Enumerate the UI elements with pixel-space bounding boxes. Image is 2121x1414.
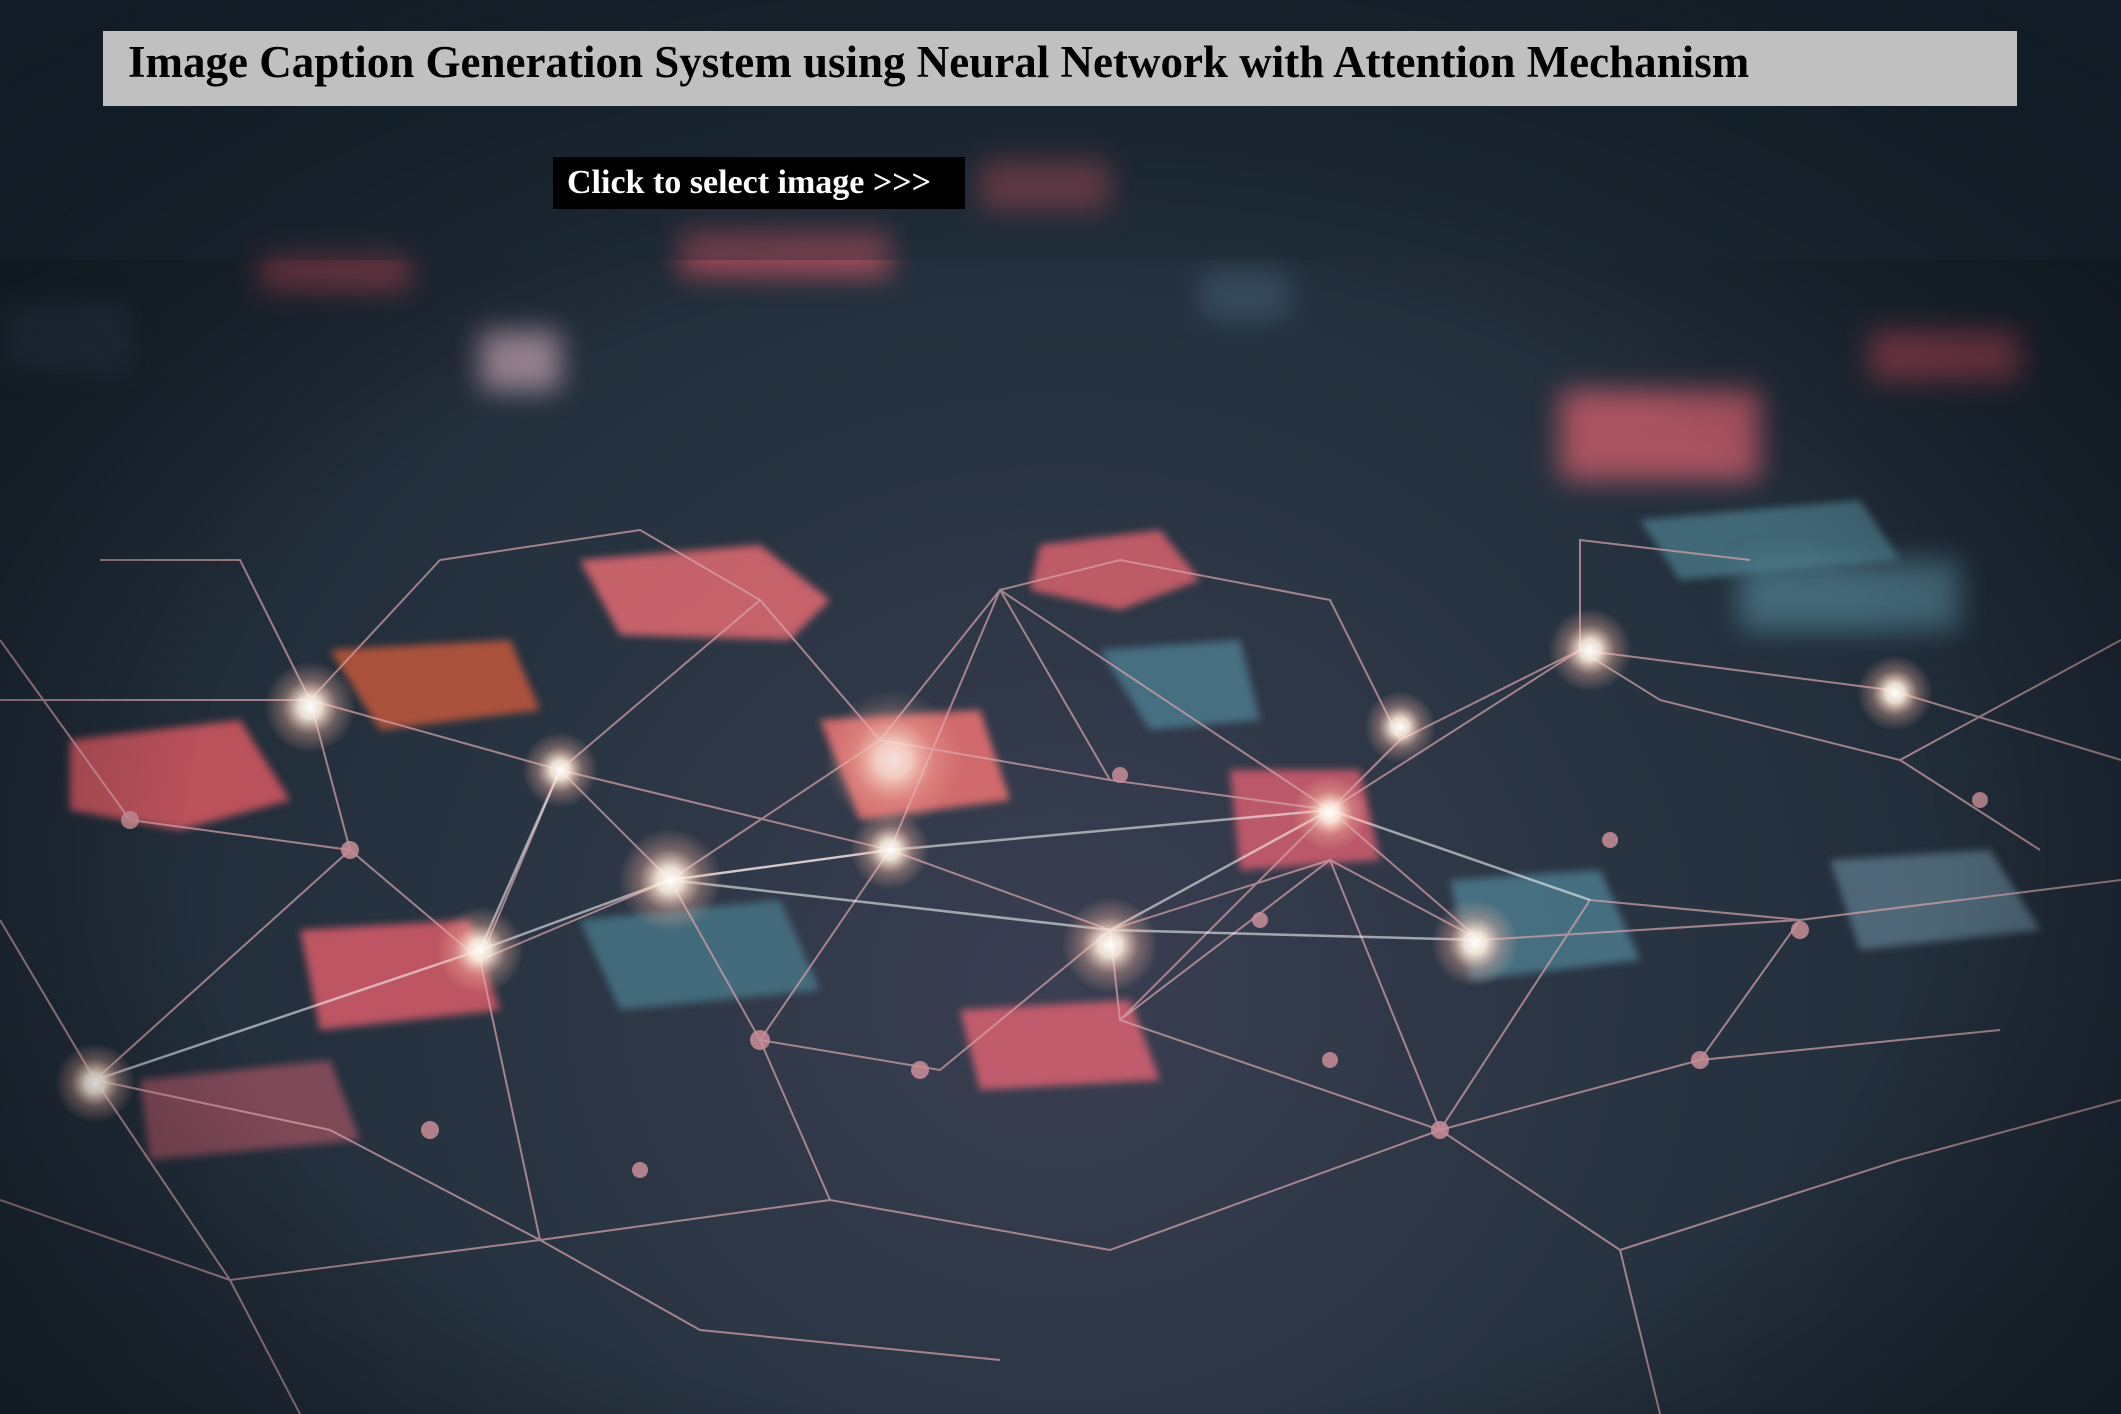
page-header: Image Caption Generation System using Ne… [103,31,2017,106]
neural-network-background-icon [0,0,2121,1414]
select-image-button[interactable]: Click to select image >>> [553,157,965,209]
page-title: Image Caption Generation System using Ne… [128,37,1750,87]
app-window: Image Caption Generation System using Ne… [0,0,2121,1414]
